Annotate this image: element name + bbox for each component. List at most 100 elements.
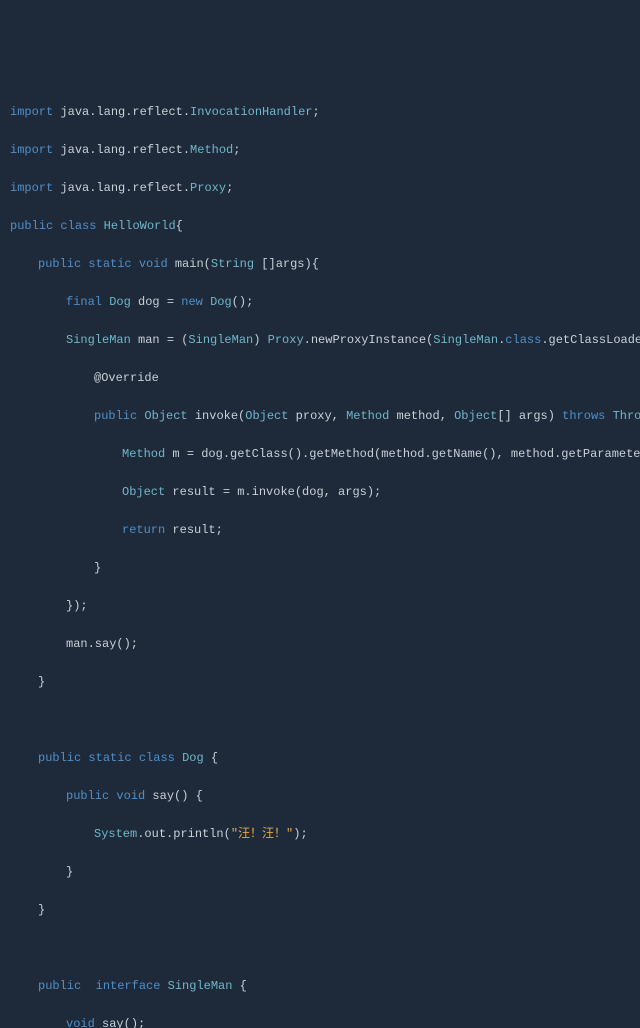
code-line: } xyxy=(10,559,630,578)
sp xyxy=(81,979,95,993)
punc: { xyxy=(204,751,218,765)
sp xyxy=(109,789,116,803)
txt: .out.println( xyxy=(137,827,231,841)
code-block: import java.lang.reflect.InvocationHandl… xyxy=(10,84,630,1028)
sp xyxy=(81,751,88,765)
code-line: }); xyxy=(10,597,630,616)
type: Dog xyxy=(109,295,131,309)
code-line: } xyxy=(10,863,630,882)
sp xyxy=(10,713,17,727)
keyword: class xyxy=(60,219,96,233)
fn: main( xyxy=(168,257,211,271)
keyword: public xyxy=(38,979,81,993)
sp xyxy=(132,751,139,765)
type: Method xyxy=(346,409,389,423)
sp xyxy=(203,295,210,309)
sp xyxy=(175,751,182,765)
type: Object xyxy=(454,409,497,423)
code-line: Method m = dog.getClass().getMethod(meth… xyxy=(10,445,630,464)
code-line: import java.lang.reflect.Proxy; xyxy=(10,179,630,198)
keyword: void xyxy=(139,257,168,271)
keyword: void xyxy=(116,789,145,803)
code-line: public static void main(String []args){ xyxy=(10,255,630,274)
sp xyxy=(96,219,103,233)
punc: { xyxy=(176,219,183,233)
code-line: public Object invoke(Object proxy, Metho… xyxy=(10,407,630,426)
type: SingleMan xyxy=(433,333,498,347)
txt: result; xyxy=(165,523,223,537)
keyword: class xyxy=(139,751,175,765)
code-line: import java.lang.reflect.Method; xyxy=(10,141,630,160)
string: "汪！汪！" xyxy=(231,827,293,841)
type: HelloWorld xyxy=(104,219,176,233)
type: Dog xyxy=(182,751,204,765)
punc: } xyxy=(38,675,45,689)
txt: man.say(); xyxy=(66,637,138,651)
keyword: return xyxy=(122,523,165,537)
keyword: import xyxy=(10,105,53,119)
code-line: return result; xyxy=(10,521,630,540)
punc: }); xyxy=(66,599,88,613)
type: String xyxy=(211,257,254,271)
keyword: final xyxy=(66,295,102,309)
code-line: } xyxy=(10,901,630,920)
code-line: public class HelloWorld{ xyxy=(10,217,630,236)
pkg: java.lang.reflect. xyxy=(53,181,190,195)
blank-line xyxy=(10,711,630,730)
code-line: SingleMan man = (SingleMan) Proxy.newPro… xyxy=(10,331,630,350)
code-line: System.out.println("汪！汪！"); xyxy=(10,825,630,844)
type: Method xyxy=(190,143,233,157)
txt: say(); xyxy=(95,1017,145,1028)
punc: } xyxy=(38,903,45,917)
punc: ; xyxy=(226,181,233,195)
keyword: public xyxy=(38,751,81,765)
type: Proxy xyxy=(190,181,226,195)
code-line: public void say() { xyxy=(10,787,630,806)
keyword: import xyxy=(10,143,53,157)
punc: []args){ xyxy=(254,257,319,271)
punc: ; xyxy=(312,105,319,119)
code-line: public static class Dog { xyxy=(10,749,630,768)
code-line: @Override xyxy=(10,369,630,388)
type: Proxy xyxy=(268,333,304,347)
type: Throwable xyxy=(613,409,640,423)
pkg: java.lang.reflect. xyxy=(53,105,190,119)
type: Object xyxy=(144,409,187,423)
type: Object xyxy=(122,485,165,499)
keyword: throws xyxy=(562,409,605,423)
keyword: static xyxy=(88,751,131,765)
code-line: final Dog dog = new Dog(); xyxy=(10,293,630,312)
type: SingleMan xyxy=(188,333,253,347)
keyword: public xyxy=(66,789,109,803)
code-line: import java.lang.reflect.InvocationHandl… xyxy=(10,103,630,122)
keyword: class xyxy=(505,333,541,347)
txt: [] args) xyxy=(497,409,562,423)
keyword: public xyxy=(94,409,137,423)
txt: method, xyxy=(389,409,454,423)
keyword: import xyxy=(10,181,53,195)
punc: ); xyxy=(293,827,307,841)
fn: say() { xyxy=(145,789,203,803)
type: Dog xyxy=(210,295,232,309)
sp xyxy=(160,979,167,993)
txt: man = ( xyxy=(131,333,189,347)
pkg: java.lang.reflect. xyxy=(53,143,190,157)
type: Method xyxy=(122,447,165,461)
txt: ) xyxy=(253,333,267,347)
txt: dog = xyxy=(131,295,181,309)
keyword: public xyxy=(10,219,53,233)
txt: proxy, xyxy=(288,409,346,423)
sp xyxy=(605,409,612,423)
type: SingleMan xyxy=(168,979,233,993)
code-line: void say(); xyxy=(10,1015,630,1028)
type: InvocationHandler xyxy=(190,105,312,119)
fn: invoke( xyxy=(188,409,246,423)
type: SingleMan xyxy=(66,333,131,347)
code-line: public interface SingleMan { xyxy=(10,977,630,996)
punc: } xyxy=(66,865,73,879)
txt: result = m.invoke(dog, args); xyxy=(165,485,381,499)
code-line: man.say(); xyxy=(10,635,630,654)
keyword: static xyxy=(88,257,131,271)
keyword: interface xyxy=(96,979,161,993)
type: System xyxy=(94,827,137,841)
